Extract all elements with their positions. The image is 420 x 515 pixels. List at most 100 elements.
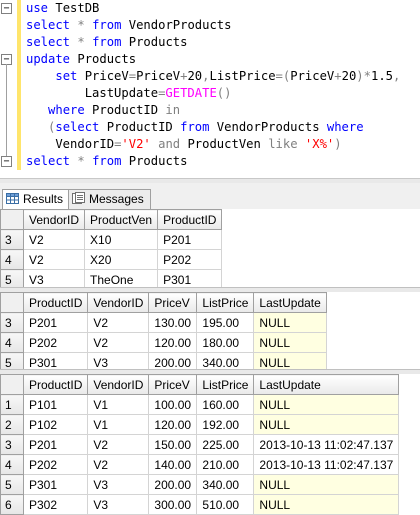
table-cell[interactable]: 120.00 xyxy=(148,332,198,353)
table-cell[interactable]: 195.00 xyxy=(196,312,255,333)
result-grid-2[interactable]: ProductID VendorID PriceV ListPrice Last… xyxy=(0,292,420,373)
table-cell[interactable]: 225.00 xyxy=(196,434,255,455)
row-number[interactable]: 5 xyxy=(0,474,24,495)
row-number[interactable]: 4 xyxy=(0,249,24,270)
table-cell-selected[interactable]: P101 xyxy=(22,394,89,415)
row-number[interactable]: 3 xyxy=(0,312,24,333)
table-cell[interactable]: P102 xyxy=(22,414,89,435)
table-cell[interactable]: 2013-10-13 11:02:47.137 xyxy=(253,434,400,455)
code-line[interactable]: update Products xyxy=(26,51,136,68)
table-cell[interactable]: V2 xyxy=(22,229,86,250)
table-row[interactable]: 2 P102 V1 120.00 192.00 NULL xyxy=(0,414,400,435)
table-cell[interactable]: 192.00 xyxy=(196,414,255,435)
table-cell[interactable]: P202 xyxy=(157,249,223,270)
result-grid-3[interactable]: ProductID VendorID PriceV ListPrice Last… xyxy=(0,374,420,515)
column-header[interactable]: ProductID xyxy=(157,209,223,230)
column-header[interactable]: ProductID xyxy=(22,374,89,395)
column-header[interactable]: ListPrice xyxy=(196,374,255,395)
code-line[interactable]: select * from Products xyxy=(26,34,187,51)
table-cell[interactable]: P201 xyxy=(22,434,89,455)
table-row[interactable]: 5 P301 V3 200.00 340.00 NULL xyxy=(0,474,400,495)
code-line[interactable]: use TestDB xyxy=(26,0,99,17)
table-cell[interactable]: V3 xyxy=(87,494,150,515)
table-row[interactable]: 3 P201 V2 150.00 225.00 2013-10-13 11:02… xyxy=(0,434,400,455)
column-header[interactable]: VendorID xyxy=(22,209,86,230)
code-line[interactable]: select * from Products xyxy=(26,153,187,170)
table-cell[interactable]: 510.00 xyxy=(196,494,255,515)
collapse-toggle-icon[interactable]: − xyxy=(1,156,12,167)
row-number[interactable]: 1 xyxy=(0,394,24,415)
table-row[interactable]: 6 P302 V3 300.00 510.00 NULL xyxy=(0,494,400,515)
table-row[interactable]: 3 P201 V2 130.00 195.00 NULL xyxy=(0,312,327,333)
row-number[interactable]: 6 xyxy=(0,494,24,515)
tab-results[interactable]: Results xyxy=(2,189,71,210)
table-cell-null[interactable]: NULL xyxy=(253,494,400,515)
table-cell[interactable]: 300.00 xyxy=(148,494,198,515)
table-cell[interactable]: P201 xyxy=(157,229,223,250)
column-header[interactable]: ProductVen xyxy=(84,209,159,230)
column-header[interactable]: ProductID xyxy=(22,292,89,313)
table-row[interactable]: 4 P202 V2 120.00 180.00 NULL xyxy=(0,332,327,353)
row-number[interactable]: 2 xyxy=(0,414,24,435)
table-cell[interactable]: 340.00 xyxy=(196,474,255,495)
table-cell[interactable]: P201 xyxy=(22,312,89,333)
row-number[interactable]: 4 xyxy=(0,332,24,353)
table-cell[interactable]: 180.00 xyxy=(196,332,255,353)
column-header[interactable]: LastUpdate xyxy=(253,374,400,395)
table-cell[interactable]: V2 xyxy=(22,249,86,270)
code-line[interactable]: set PriceV=PriceV+20,ListPrice=(PriceV+2… xyxy=(26,68,400,85)
table-row[interactable]: 1 P101 V1 100.00 160.00 NULL xyxy=(0,394,400,415)
table-cell[interactable]: 120.00 xyxy=(148,414,198,435)
code-line[interactable]: (select ProductID from VendorProducts wh… xyxy=(26,119,364,136)
table-cell[interactable]: 2013-10-13 11:02:47.137 xyxy=(253,454,400,475)
row-header-corner[interactable] xyxy=(0,209,24,230)
table-cell-null[interactable]: NULL xyxy=(253,414,400,435)
result-grid-1[interactable]: VendorID ProductVen ProductID 3 V2 X10 P… xyxy=(0,209,420,290)
column-header[interactable]: PriceV xyxy=(148,374,198,395)
table-row[interactable]: 4 V2 X20 P202 xyxy=(0,249,223,270)
table-cell[interactable]: P202 xyxy=(22,332,89,353)
row-header-corner[interactable] xyxy=(0,292,24,313)
table-cell-null[interactable]: NULL xyxy=(253,474,400,495)
column-header[interactable]: ListPrice xyxy=(196,292,255,313)
table-cell[interactable]: V3 xyxy=(87,474,150,495)
table-cell[interactable]: P202 xyxy=(22,454,89,475)
sql-editor[interactable]: − − − use TestDB select * from VendorProd… xyxy=(0,0,420,178)
collapse-toggle-icon[interactable]: − xyxy=(1,3,12,14)
column-header[interactable]: LastUpdate xyxy=(253,292,327,313)
column-header[interactable]: PriceV xyxy=(148,292,198,313)
table-cell[interactable]: 130.00 xyxy=(148,312,198,333)
table-cell[interactable]: 160.00 xyxy=(196,394,255,415)
row-number[interactable]: 3 xyxy=(0,434,24,455)
table-cell[interactable]: V2 xyxy=(87,454,150,475)
table-cell[interactable]: X10 xyxy=(84,229,159,250)
table-cell[interactable]: V2 xyxy=(87,332,150,353)
table-cell-null[interactable]: NULL xyxy=(253,394,400,415)
table-cell[interactable]: 150.00 xyxy=(148,434,198,455)
code-line[interactable]: select * from VendorProducts xyxy=(26,17,231,34)
code-line[interactable]: VendorID='V2' and ProductVen like 'X%') xyxy=(26,136,341,153)
table-cell[interactable]: P302 xyxy=(22,494,89,515)
table-cell[interactable]: X20 xyxy=(84,249,159,270)
code-line[interactable]: where ProductID in xyxy=(26,102,180,119)
tab-messages[interactable]: Messages xyxy=(68,189,151,209)
table-cell[interactable]: V2 xyxy=(87,312,150,333)
row-number[interactable]: 3 xyxy=(0,229,24,250)
table-cell[interactable]: V2 xyxy=(87,434,150,455)
row-number[interactable]: 4 xyxy=(0,454,24,475)
row-header-corner[interactable] xyxy=(0,374,24,395)
table-cell[interactable]: P301 xyxy=(22,474,89,495)
table-row[interactable]: 4 P202 V2 140.00 210.00 2013-10-13 11:02… xyxy=(0,454,400,475)
table-cell[interactable]: 140.00 xyxy=(148,454,198,475)
table-cell[interactable]: V1 xyxy=(87,394,150,415)
column-header[interactable]: VendorID xyxy=(87,292,150,313)
table-cell[interactable]: 200.00 xyxy=(148,474,198,495)
table-cell[interactable]: V1 xyxy=(87,414,150,435)
code-line[interactable]: LastUpdate=GETDATE() xyxy=(26,85,232,102)
column-header[interactable]: VendorID xyxy=(87,374,150,395)
table-row[interactable]: 3 V2 X10 P201 xyxy=(0,229,223,250)
table-cell[interactable]: 210.00 xyxy=(196,454,255,475)
table-cell-null[interactable]: NULL xyxy=(253,312,327,333)
table-cell-null[interactable]: NULL xyxy=(253,332,327,353)
table-cell[interactable]: 100.00 xyxy=(148,394,198,415)
